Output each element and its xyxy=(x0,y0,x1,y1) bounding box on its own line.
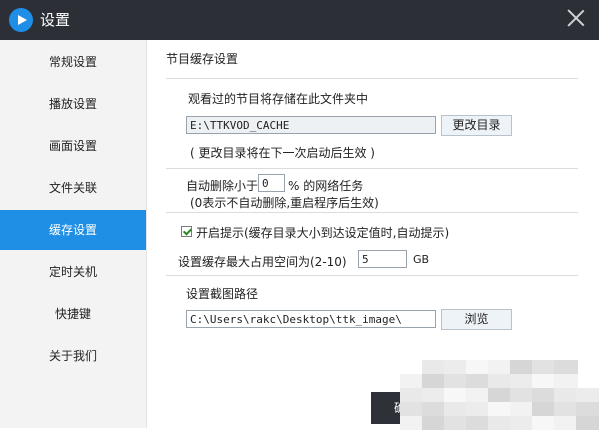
mosaic-block xyxy=(510,388,534,402)
cache-folder-label: 观看过的节目将存储在此文件夹中 xyxy=(188,92,369,106)
watermark-mosaic xyxy=(400,360,599,430)
title-bar: 设置 xyxy=(0,0,599,40)
max-space-unit: GB xyxy=(413,253,430,266)
mosaic-block xyxy=(510,360,534,374)
sidebar-item-shortcuts[interactable]: 快捷键 xyxy=(0,294,146,334)
mosaic-block xyxy=(532,402,556,416)
divider xyxy=(166,78,578,79)
mosaic-block xyxy=(422,402,446,416)
mosaic-block xyxy=(466,374,490,388)
change-dir-note: ( 更改目录将在下一次启动后生效 ) xyxy=(190,146,375,160)
mosaic-block xyxy=(466,388,490,402)
mosaic-block xyxy=(554,388,578,402)
mosaic-block xyxy=(400,388,424,402)
divider xyxy=(166,212,578,213)
mosaic-block xyxy=(444,402,468,416)
mosaic-block xyxy=(444,360,468,374)
screenshot-path-field[interactable]: C:\Users\rakc\Desktop\ttk_image\ xyxy=(186,310,436,328)
app-play-icon xyxy=(9,8,33,32)
sidebar-item-about[interactable]: 关于我们 xyxy=(0,336,146,376)
auto-delete-suffix: % 的网络任务 xyxy=(288,179,364,193)
mosaic-block xyxy=(422,360,446,374)
browse-button[interactable]: 浏览 xyxy=(441,309,512,330)
mosaic-block xyxy=(488,388,512,402)
mosaic-block xyxy=(488,402,512,416)
max-space-label: 设置缓存最大占用空间为(2-10) xyxy=(178,255,347,269)
mosaic-block xyxy=(532,374,556,388)
settings-sidebar: 常规设置 播放设置 画面设置 文件关联 缓存设置 定时关机 快捷键 关于我们 xyxy=(0,40,147,428)
mosaic-block xyxy=(422,388,446,402)
mosaic-block xyxy=(510,402,534,416)
mosaic-block xyxy=(576,402,599,416)
mosaic-block xyxy=(400,374,424,388)
section-title: 节目缓存设置 xyxy=(166,52,239,66)
sidebar-item-playback[interactable]: 播放设置 xyxy=(0,84,146,124)
mosaic-block xyxy=(400,402,424,416)
mosaic-block xyxy=(444,388,468,402)
mosaic-block xyxy=(554,374,578,388)
window-title: 设置 xyxy=(40,11,71,29)
close-icon[interactable] xyxy=(564,6,588,30)
max-space-input[interactable]: 5 xyxy=(358,250,407,268)
mosaic-block xyxy=(488,360,512,374)
sidebar-item-general[interactable]: 常规设置 xyxy=(0,42,146,82)
divider xyxy=(166,275,578,276)
mosaic-block xyxy=(488,374,512,388)
mosaic-block xyxy=(510,374,534,388)
sidebar-item-display[interactable]: 画面设置 xyxy=(0,126,146,166)
mosaic-block xyxy=(466,360,490,374)
prompt-label: 开启提示(缓存目录大小到达设定值时,自动提示) xyxy=(196,226,450,240)
screenshot-path-label: 设置截图路径 xyxy=(186,287,259,301)
auto-delete-prefix: 自动删除小于 xyxy=(186,179,259,193)
mosaic-block xyxy=(532,360,556,374)
mosaic-block xyxy=(554,402,578,416)
mosaic-block xyxy=(576,388,599,402)
mosaic-block xyxy=(444,374,468,388)
mosaic-block xyxy=(554,360,578,374)
auto-delete-note: (0表示不自动删除,重启程序后生效) xyxy=(190,196,379,210)
sidebar-item-file-association[interactable]: 文件关联 xyxy=(0,168,146,208)
prompt-checkbox[interactable] xyxy=(181,226,192,237)
divider xyxy=(166,168,578,169)
sidebar-item-timer-shutdown[interactable]: 定时关机 xyxy=(0,252,146,292)
cache-path-field[interactable]: E:\TTKVOD_CACHE xyxy=(186,116,436,134)
mosaic-block xyxy=(532,388,556,402)
change-dir-button[interactable]: 更改目录 xyxy=(441,115,512,136)
sidebar-item-cache[interactable]: 缓存设置 xyxy=(0,210,146,250)
auto-delete-input[interactable]: 0 xyxy=(258,174,285,192)
mosaic-block xyxy=(422,374,446,388)
mosaic-block xyxy=(466,402,490,416)
